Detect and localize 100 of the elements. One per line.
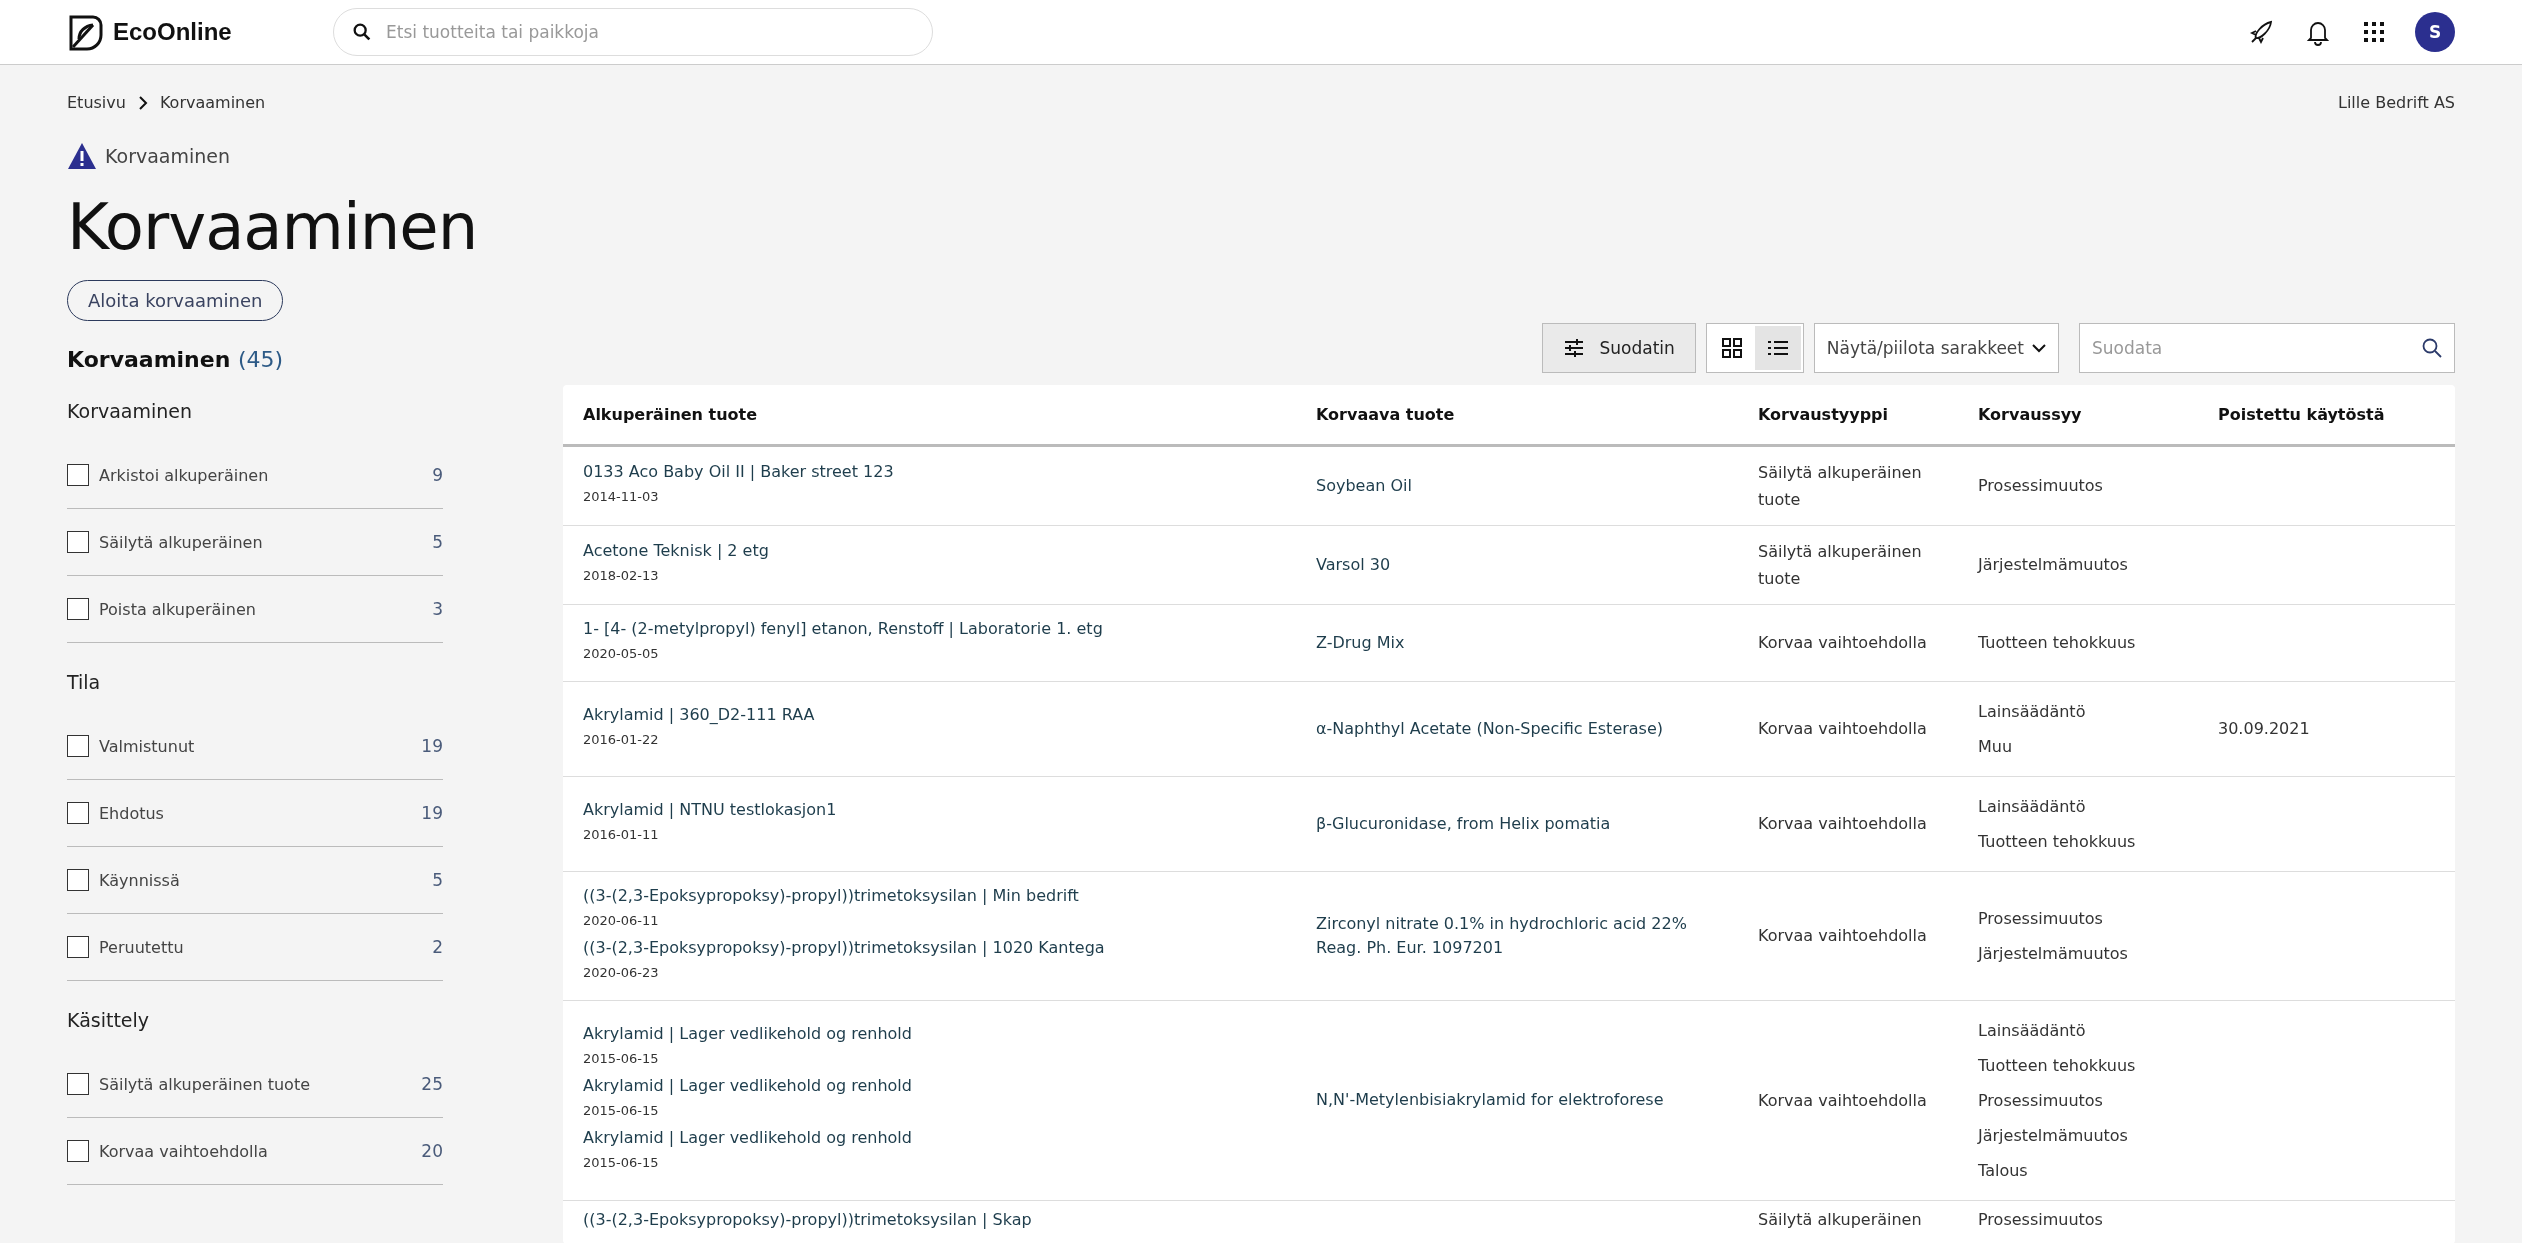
product-link[interactable]: Soybean Oil [1316, 473, 1718, 498]
date-text: 2020-06-23 [583, 963, 660, 982]
checkbox[interactable] [67, 936, 89, 958]
table-cell-text: Järjestelmämuutos [1978, 1124, 2129, 1147]
checkbox[interactable] [67, 1140, 89, 1162]
filter-count: 19 [421, 736, 443, 756]
filter-count: 3 [432, 599, 443, 619]
product-link[interactable]: Akrylamid | Lager vedlikehold og renhold [583, 1126, 1276, 1150]
table-cell-text: Tuotteen tehokkuus [1978, 1054, 2137, 1077]
table-cell-text: Lainsäädäntö [1978, 1019, 2087, 1042]
grid-view-icon [1720, 337, 1743, 359]
filter-count: 5 [432, 870, 443, 890]
checkbox[interactable] [67, 531, 89, 553]
table-cell-text: Lainsäädäntö [1978, 700, 2087, 723]
date-text: 2016-01-22 [583, 730, 660, 749]
logo-text[interactable]: EcoOnline [113, 18, 232, 46]
filter-label[interactable]: Valmistunut [99, 736, 412, 756]
table-cell-text: Säilytä alkuperäinen tuote [1758, 540, 1923, 590]
column-header[interactable]: Korvaustyyppi [1738, 385, 1958, 445]
table-cell-text: Tuotteen tehokkuus [1978, 632, 2137, 654]
product-link[interactable]: Z-Drug Mix [1316, 630, 1718, 655]
breadcrumb-link[interactable]: Etusivu [67, 93, 126, 112]
table-cell-text: Prosessimuutos [1978, 1089, 2104, 1112]
product-link[interactable]: β-Glucuronidase, from Helix pomatia [1316, 811, 1718, 836]
search-field[interactable]: Etsi tuotteita tai paikkoja [333, 8, 933, 56]
filter-count: 9 [432, 465, 443, 485]
table-cell-text: Korvaa vaihtoehdolla [1758, 632, 1928, 654]
filter-field[interactable]: Suodata [2079, 323, 2455, 373]
checkbox[interactable] [67, 869, 89, 891]
table-cell-text: Prosessimuutos [1978, 475, 2104, 497]
avatar[interactable]: S [2415, 12, 2455, 52]
date-text: 2015-06-15 [583, 1154, 660, 1172]
column-header[interactable]: Poistettu käytöstä [2198, 385, 2455, 445]
checkbox[interactable] [67, 802, 89, 824]
filter-count: 25 [421, 1074, 443, 1094]
table-cell-text: Muu [1978, 735, 2014, 758]
column-header[interactable]: Alkuperäinen tuote [563, 385, 1296, 445]
checkbox[interactable] [67, 598, 89, 620]
module-label: Korvaaminen [105, 145, 231, 167]
filter-label[interactable]: Peruutettu [99, 937, 423, 957]
date-text: 2015-06-15 [583, 1102, 660, 1120]
table-cell-text: Järjestelmämuutos [1978, 554, 2129, 576]
filter-group-title: Tila [67, 671, 102, 693]
column-header[interactable]: Korvaava tuote [1296, 385, 1738, 445]
search-icon [351, 21, 373, 43]
product-link[interactable]: Akrylamid | 360_D2-111 RAA [583, 702, 1276, 727]
product-link[interactable]: α-Naphthyl Acetate (Non-Specific Esterase) [1316, 716, 1718, 741]
checkbox[interactable] [67, 735, 89, 757]
filter-label[interactable]: Säilytä alkuperäinen [99, 532, 423, 552]
date-text: 2020-05-05 [583, 644, 660, 663]
filter-heading: Korvaaminen (45) [67, 347, 285, 372]
filter-label[interactable]: Arkistoi alkuperäinen [99, 465, 423, 485]
filter-label[interactable]: Korvaa vaihtoehdolla [99, 1141, 412, 1161]
view-button[interactable] [1754, 326, 1801, 370]
leaf-logo-icon[interactable] [67, 13, 105, 51]
date-text: 2020-06-11 [583, 911, 660, 930]
checkbox[interactable] [67, 464, 89, 486]
table-cell-text: Järjestelmämuutos [1978, 942, 2129, 965]
product-link[interactable]: Varsol 30 [1316, 552, 1718, 577]
sliders-icon [1563, 337, 1586, 359]
filter-count: 19 [421, 803, 443, 823]
filter-count: 2 [432, 937, 443, 957]
product-link[interactable]: ((3-(2,3-Epoksypropoksy)-propyl))trimetoksysilan | Skap [583, 1208, 1276, 1231]
page-title: Korvaaminen [67, 190, 479, 264]
warning-icon [67, 142, 97, 170]
product-link[interactable]: Akrylamid | Lager vedlikehold og renhold [583, 1022, 1276, 1046]
filter-label[interactable]: Ehdotus [99, 803, 412, 823]
date-text: 2016-01-11 [583, 825, 660, 844]
product-link[interactable]: ((3-(2,3-Epoksypropoksy)-propyl))trimetoksysilan | 1020 Kantega [583, 935, 1276, 960]
filter-count: 20 [421, 1141, 443, 1161]
product-link[interactable]: 1- [4- (2-metylpropyl) fenyl] etanon, Renstoff | Laboratorie 1. etg [583, 616, 1276, 641]
columns-dropdown[interactable]: Näytä/piilota sarakkeet [1813, 323, 2059, 373]
table-cell-text: Prosessimuutos [1978, 1208, 2104, 1231]
filter-label[interactable]: Poista alkuperäinen [99, 599, 423, 619]
table-cell-text: Korvaa vaihtoehdolla [1758, 813, 1928, 835]
table-cell-text: Lainsäädäntö [1978, 795, 2087, 818]
date-text: 2018-02-13 [583, 566, 660, 585]
filter-group-title: Käsittely [67, 1009, 151, 1031]
date-text: 2015-06-15 [583, 1050, 660, 1068]
product-link[interactable]: ((3-(2,3-Epoksypropoksy)-propyl))trimetoksysilan | Min bedrift [583, 883, 1276, 908]
product-link[interactable]: Akrylamid | NTNU testlokasjon1 [583, 797, 1276, 822]
filter-label[interactable]: Käynnissä [99, 870, 423, 890]
breadcrumb-link[interactable]: Korvaaminen [159, 93, 266, 112]
table-cell-text: Tuotteen tehokkuus [1978, 830, 2137, 853]
filter-label[interactable]: Säilytä alkuperäinen tuote [99, 1074, 412, 1094]
product-link[interactable]: 0133 Aco Baby Oil II | Baker street 123 [583, 459, 1276, 484]
product-link[interactable]: Acetone Teknisk | 2 etg [583, 538, 1276, 563]
product-link[interactable]: N,N'-Metylenbisiakrylamid for elektroforese [1316, 1088, 1718, 1112]
table-cell-text: Korvaa vaihtoehdolla [1758, 925, 1928, 947]
table-cell-text: Talous [1978, 1159, 2029, 1182]
checkbox[interactable] [67, 1073, 89, 1095]
filter-button[interactable]: Suodatin [1542, 323, 1696, 373]
product-link[interactable]: Zirconyl nitrate 0.1% in hydrochloric acid 22% Reag. Ph. Eur. 1097201 [1316, 911, 1718, 960]
filter-group-title: Korvaaminen [67, 400, 194, 422]
product-link[interactable]: Akrylamid | Lager vedlikehold og renhold [583, 1074, 1276, 1098]
table-cell-text: Säilytä alkuperäinen [1758, 1208, 1923, 1231]
search-icon [2421, 337, 2443, 359]
table-cell-text: Korvaa vaihtoehdolla [1758, 718, 1928, 740]
column-header[interactable]: Korvaussyy [1958, 385, 2198, 445]
table-cell-text: 30.09.2021 [2218, 718, 2311, 740]
